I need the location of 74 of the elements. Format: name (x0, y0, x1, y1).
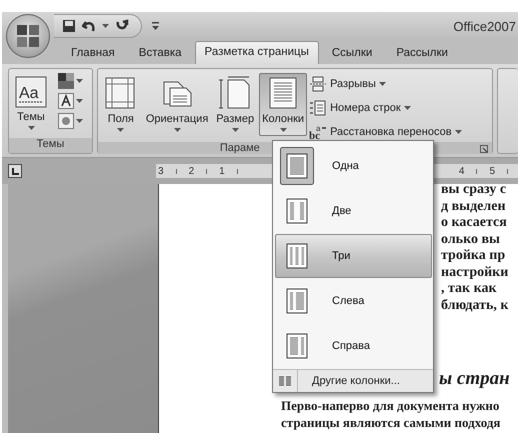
save-icon (62, 19, 76, 33)
left-tab-icon (10, 166, 20, 176)
ribbon-button[interactable]: Ориентация (142, 73, 212, 136)
document-text: д выделен (441, 198, 507, 215)
caret-icon (404, 106, 411, 110)
document-text: вы сразу с (441, 184, 508, 198)
ribbon-tab[interactable]: Главная (60, 43, 126, 64)
ruler-number: 5 (489, 166, 495, 176)
document-text: тройка пр (441, 248, 506, 264)
caret-icon (102, 24, 109, 28)
caret-icon (454, 130, 462, 134)
dialog-launcher[interactable] (480, 145, 488, 153)
ribbon-tab[interactable]: Разметка страницы (194, 41, 319, 64)
ribbon-tab[interactable]: Ссылки (320, 43, 384, 64)
menu-item[interactable]: Три (275, 234, 432, 278)
undo-icon (82, 19, 96, 33)
size-icon (218, 76, 252, 110)
breaks-icon (309, 76, 328, 92)
tab-stop-button[interactable] (8, 164, 22, 178)
document-text: , так как (441, 281, 498, 298)
ribbon-button[interactable]: Размер (213, 73, 258, 136)
document-text: Перво-наперво для документа нужно (281, 397, 500, 414)
caret-icon (232, 128, 239, 132)
group-label: Параме (220, 142, 260, 154)
theme-colors-button[interactable] (58, 73, 83, 89)
ruler-tick (236, 168, 238, 174)
ribbon-tab[interactable]: Вставка (128, 43, 193, 64)
theme-effects-button[interactable] (58, 113, 83, 129)
menu-item[interactable]: Одна (275, 144, 432, 188)
logo-icon (15, 23, 41, 49)
menu-item[interactable]: Две (275, 189, 432, 233)
themes-icon: Aa (15, 76, 47, 108)
caret-icon (117, 128, 124, 132)
document-text: олько вы (441, 232, 501, 248)
line-numbers-icon (309, 100, 328, 116)
group-label: Темы (9, 138, 92, 153)
document-text: настройки (441, 264, 510, 281)
ruler-number: 4 (458, 166, 464, 176)
theme-colors-icon (58, 73, 74, 89)
themes-button[interactable]: Aa Темы (12, 73, 50, 134)
launcher-icon (480, 145, 488, 153)
ribbon-button[interactable]: Номера строк (309, 98, 462, 118)
columns-icon (279, 376, 291, 386)
document-text: о касается (441, 215, 508, 232)
ruler-tick (176, 168, 177, 174)
customize-icon (152, 22, 159, 30)
office-button[interactable] (6, 14, 50, 58)
ribbon-button[interactable]: Разрывы (309, 74, 462, 94)
theme-fonts-button[interactable] (58, 93, 83, 109)
window-title: Office2007 (453, 18, 517, 34)
caret-icon (280, 128, 287, 132)
ruler-tick (507, 168, 508, 174)
menu-item[interactable]: Справа (275, 324, 432, 368)
caret-icon (76, 119, 83, 123)
ruler-number: 3 (158, 166, 164, 176)
more-columns-item[interactable]: Другие колонки... (273, 369, 433, 392)
ruler-number: 1 (219, 166, 225, 176)
caret-icon (378, 82, 386, 86)
ribbon-tab[interactable]: Рассылки (385, 43, 459, 64)
menu-item[interactable]: Слева (275, 279, 432, 323)
ruler-tick (476, 168, 478, 174)
caret-icon (174, 128, 181, 132)
caret-icon (76, 99, 83, 103)
theme-fonts-icon (58, 93, 74, 109)
ruler-tick (206, 168, 208, 174)
document-text: страницы являются самыми подходя (281, 414, 502, 431)
caret-icon (28, 126, 34, 130)
ribbon-button[interactable]: Поля (100, 73, 141, 136)
ruler-number: 2 (188, 166, 194, 176)
caret-icon (76, 79, 83, 83)
theme-effects-icon (58, 113, 74, 129)
ribbon-button[interactable]: Колонки (259, 73, 308, 136)
document-text: блюдать, к (441, 298, 510, 314)
document-heading: ы стран (439, 367, 511, 391)
